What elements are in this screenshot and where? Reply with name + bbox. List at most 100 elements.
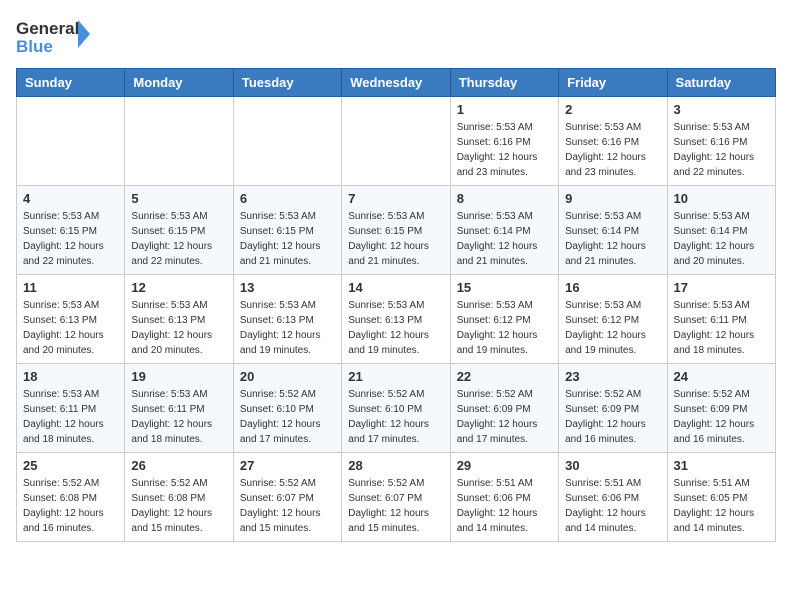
day-cell-12: 12Sunrise: 5:53 AM Sunset: 6:13 PM Dayli… (125, 275, 233, 364)
day-number: 5 (131, 191, 226, 206)
logo-svg: GeneralBlue (16, 16, 96, 58)
day-cell-16: 16 Sunrise: 5:53 AM Sunset: 6:12 PM Dayli… (559, 275, 667, 364)
svg-text:General: General (16, 19, 79, 38)
day-info: Sunrise: 5:51 AM Sunset: 6:05 PM Dayligh… (674, 476, 769, 536)
day-info: Sunrise: 5:52 AM Sunset: 6:07 PM Dayligh… (240, 476, 335, 536)
day-number: 11 (23, 280, 118, 295)
day-number: 1 (457, 102, 552, 117)
day-number: 10 (674, 191, 769, 206)
day-info: Sunrise: 5:52 AM Sunset: 6:09 PM Dayligh… (565, 387, 660, 447)
empty-cell (17, 97, 125, 186)
day-cell-18: 18Sunrise: 5:53 AM Sunset: 6:11 PM Dayli… (17, 364, 125, 453)
day-cell-15: 15 Sunrise: 5:53 AM Sunset: 6:12 PM Dayli… (450, 275, 558, 364)
day-number: 13 (240, 280, 335, 295)
day-number: 21 (348, 369, 443, 384)
day-cell-27: 27 Sunrise: 5:52 AM Sunset: 6:07 PM Dayli… (233, 453, 341, 542)
empty-cell (125, 97, 233, 186)
week-row-5: 25 Sunrise: 5:52 AM Sunset: 6:08 PM Dayli… (17, 453, 776, 542)
day-info: Sunrise: 5:53 AM Sunset: 6:13 PM Dayligh… (240, 298, 335, 358)
calendar-table: SundayMondayTuesdayWednesdayThursdayFrid… (16, 68, 776, 542)
day-info: Sunrise: 5:53 AM Sunset: 6:12 PM Dayligh… (565, 298, 660, 358)
weekday-header-thursday: Thursday (450, 69, 558, 97)
day-number: 28 (348, 458, 443, 473)
weekday-header-tuesday: Tuesday (233, 69, 341, 97)
svg-text:Blue: Blue (16, 37, 53, 56)
week-row-2: 4Sunrise: 5:53 AM Sunset: 6:15 PM Daylig… (17, 186, 776, 275)
day-number: 2 (565, 102, 660, 117)
day-cell-11: 11 Sunrise: 5:53 AM Sunset: 6:13 PM Dayli… (17, 275, 125, 364)
day-info: Sunrise: 5:51 AM Sunset: 6:06 PM Dayligh… (565, 476, 660, 536)
day-cell-26: 26Sunrise: 5:52 AM Sunset: 6:08 PM Dayli… (125, 453, 233, 542)
day-info: Sunrise: 5:52 AM Sunset: 6:09 PM Dayligh… (457, 387, 552, 447)
day-cell-8: 8 Sunrise: 5:53 AM Sunset: 6:14 PM Daylig… (450, 186, 558, 275)
empty-cell (342, 97, 450, 186)
day-cell-29: 29 Sunrise: 5:51 AM Sunset: 6:06 PM Dayli… (450, 453, 558, 542)
day-cell-9: 9 Sunrise: 5:53 AM Sunset: 6:14 PM Daylig… (559, 186, 667, 275)
day-info: Sunrise: 5:52 AM Sunset: 6:07 PM Dayligh… (348, 476, 443, 536)
weekday-header-monday: Monday (125, 69, 233, 97)
day-cell-25: 25 Sunrise: 5:52 AM Sunset: 6:08 PM Dayli… (17, 453, 125, 542)
day-number: 8 (457, 191, 552, 206)
weekday-header-friday: Friday (559, 69, 667, 97)
day-cell-21: 21Sunrise: 5:52 AM Sunset: 6:10 PM Dayli… (342, 364, 450, 453)
day-number: 9 (565, 191, 660, 206)
day-cell-30: 30 Sunrise: 5:51 AM Sunset: 6:06 PM Dayli… (559, 453, 667, 542)
day-info: Sunrise: 5:53 AM Sunset: 6:15 PM Dayligh… (131, 209, 226, 269)
day-info: Sunrise: 5:51 AM Sunset: 6:06 PM Dayligh… (457, 476, 552, 536)
day-cell-5: 5 Sunrise: 5:53 AM Sunset: 6:15 PM Daylig… (125, 186, 233, 275)
day-number: 24 (674, 369, 769, 384)
day-number: 26 (131, 458, 226, 473)
day-number: 7 (348, 191, 443, 206)
day-cell-6: 6 Sunrise: 5:53 AM Sunset: 6:15 PM Daylig… (233, 186, 341, 275)
day-cell-7: 7 Sunrise: 5:53 AM Sunset: 6:15 PM Daylig… (342, 186, 450, 275)
day-number: 23 (565, 369, 660, 384)
day-cell-28: 28 Sunrise: 5:52 AM Sunset: 6:07 PM Dayli… (342, 453, 450, 542)
day-number: 27 (240, 458, 335, 473)
day-number: 6 (240, 191, 335, 206)
day-info: Sunrise: 5:53 AM Sunset: 6:12 PM Dayligh… (457, 298, 552, 358)
day-info: Sunrise: 5:53 AM Sunset: 6:11 PM Dayligh… (674, 298, 769, 358)
day-cell-4: 4Sunrise: 5:53 AM Sunset: 6:15 PM Daylig… (17, 186, 125, 275)
day-info: Sunrise: 5:53 AM Sunset: 6:14 PM Dayligh… (565, 209, 660, 269)
day-info: Sunrise: 5:53 AM Sunset: 6:15 PM Dayligh… (240, 209, 335, 269)
day-cell-23: 23 Sunrise: 5:52 AM Sunset: 6:09 PM Dayli… (559, 364, 667, 453)
day-cell-3: 3 Sunrise: 5:53 AM Sunset: 6:16 PM Daylig… (667, 97, 775, 186)
day-number: 20 (240, 369, 335, 384)
day-number: 16 (565, 280, 660, 295)
day-number: 30 (565, 458, 660, 473)
day-cell-17: 17 Sunrise: 5:53 AM Sunset: 6:11 PM Dayli… (667, 275, 775, 364)
day-number: 19 (131, 369, 226, 384)
day-number: 18 (23, 369, 118, 384)
day-number: 25 (23, 458, 118, 473)
day-info: Sunrise: 5:53 AM Sunset: 6:15 PM Dayligh… (348, 209, 443, 269)
day-info: Sunrise: 5:52 AM Sunset: 6:08 PM Dayligh… (23, 476, 118, 536)
day-info: Sunrise: 5:53 AM Sunset: 6:16 PM Dayligh… (565, 120, 660, 180)
day-info: Sunrise: 5:53 AM Sunset: 6:14 PM Dayligh… (457, 209, 552, 269)
day-cell-10: 10Sunrise: 5:53 AM Sunset: 6:14 PM Dayli… (667, 186, 775, 275)
week-row-1: 1 Sunrise: 5:53 AM Sunset: 6:16 PM Daylig… (17, 97, 776, 186)
day-cell-22: 22 Sunrise: 5:52 AM Sunset: 6:09 PM Dayli… (450, 364, 558, 453)
day-number: 15 (457, 280, 552, 295)
day-info: Sunrise: 5:53 AM Sunset: 6:13 PM Dayligh… (348, 298, 443, 358)
day-info: Sunrise: 5:53 AM Sunset: 6:16 PM Dayligh… (674, 120, 769, 180)
day-number: 22 (457, 369, 552, 384)
day-number: 31 (674, 458, 769, 473)
day-number: 29 (457, 458, 552, 473)
day-number: 12 (131, 280, 226, 295)
day-number: 3 (674, 102, 769, 117)
day-number: 17 (674, 280, 769, 295)
empty-cell (233, 97, 341, 186)
day-cell-1: 1Sunrise: 5:53 AM Sunset: 6:16 PM Daylig… (450, 97, 558, 186)
day-cell-31: 31 Sunrise: 5:51 AM Sunset: 6:05 PM Dayli… (667, 453, 775, 542)
logo: GeneralBlue (16, 16, 96, 58)
page-header: GeneralBlue (16, 16, 776, 58)
day-info: Sunrise: 5:53 AM Sunset: 6:11 PM Dayligh… (131, 387, 226, 447)
day-info: Sunrise: 5:53 AM Sunset: 6:13 PM Dayligh… (23, 298, 118, 358)
day-cell-24: 24Sunrise: 5:52 AM Sunset: 6:09 PM Dayli… (667, 364, 775, 453)
day-cell-13: 13 Sunrise: 5:53 AM Sunset: 6:13 PM Dayli… (233, 275, 341, 364)
day-cell-20: 20 Sunrise: 5:52 AM Sunset: 6:10 PM Dayli… (233, 364, 341, 453)
weekday-header-sunday: Sunday (17, 69, 125, 97)
day-cell-2: 2 Sunrise: 5:53 AM Sunset: 6:16 PM Daylig… (559, 97, 667, 186)
day-info: Sunrise: 5:52 AM Sunset: 6:10 PM Dayligh… (240, 387, 335, 447)
day-info: Sunrise: 5:53 AM Sunset: 6:15 PM Dayligh… (23, 209, 118, 269)
